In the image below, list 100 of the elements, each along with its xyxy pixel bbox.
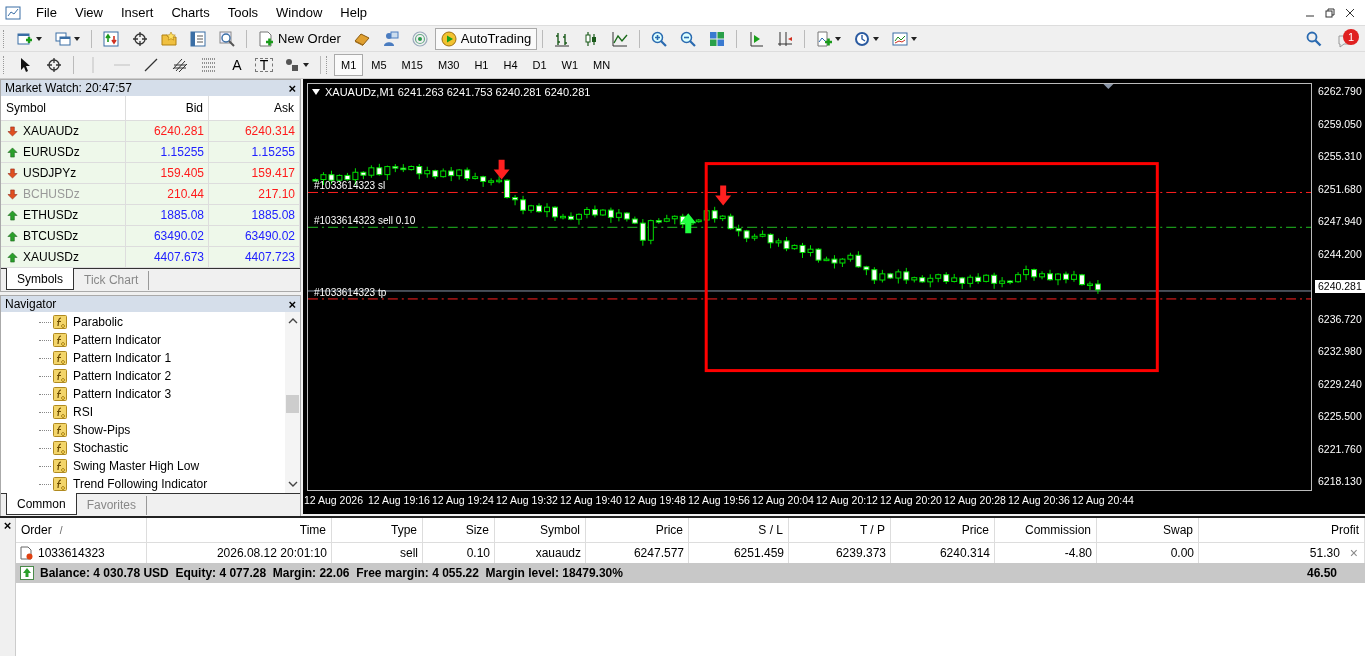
indicator-item[interactable]: Trend Following Indicator [73, 477, 208, 491]
timeframe-button[interactable]: M30 [430, 54, 467, 76]
autoscroll-icon [777, 30, 794, 47]
caret-icon [873, 36, 880, 41]
price-axis-label: 6255.310 [1318, 150, 1363, 163]
panel-title: Navigator [5, 297, 57, 311]
chevron-down-icon [287, 481, 298, 487]
timeframe-button[interactable]: D1 [525, 54, 554, 76]
indicator-item[interactable]: Pattern Indicator 3 [73, 387, 172, 401]
close-button[interactable]: × [288, 80, 296, 96]
time-axis-label: 12 Aug 19:24 [432, 494, 495, 508]
indicator-item[interactable]: Pattern Indicator [73, 333, 162, 347]
column-header[interactable]: Size [423, 518, 495, 542]
panel-tab[interactable]: Symbols [6, 268, 74, 290]
price-axis-label: 6251.680 [1318, 182, 1363, 196]
zoom-out-icon [680, 30, 697, 47]
timeframe-button[interactable]: M1 [334, 54, 364, 76]
search-icon[interactable] [1306, 30, 1322, 47]
panel-tab[interactable]: Common [6, 493, 77, 515]
time-axis-label: 12 Aug 2026 [304, 494, 364, 508]
label-tool-button[interactable]: T [251, 54, 277, 76]
function-file-icon [53, 315, 67, 329]
magnifier-window-icon [219, 30, 235, 47]
close-order-button[interactable]: × [1349, 545, 1358, 561]
bar-chart-icon [554, 30, 571, 47]
indicator-item[interactable]: RSI [73, 405, 93, 419]
table-cell: -4.80 [1064, 546, 1092, 560]
restore-icon[interactable] [1325, 7, 1335, 18]
chart-shift-icon [748, 30, 765, 47]
column-header[interactable]: Time [147, 518, 332, 542]
line-chart-icon [612, 30, 629, 47]
down-arrow-icon [493, 159, 510, 180]
timeframe-button[interactable]: W1 [554, 54, 586, 76]
column-header[interactable]: Swap [1097, 518, 1199, 542]
column-header[interactable]: Symbol [495, 518, 586, 542]
symbol-name: XAUUSDz [23, 250, 79, 264]
new-order-button[interactable]: New Order [252, 27, 347, 50]
timeframe-button[interactable]: H1 [467, 54, 496, 76]
indicator-item[interactable]: Pattern Indicator 1 [73, 351, 172, 365]
caret-icon [911, 36, 918, 41]
menu-item[interactable]: Window [267, 3, 332, 22]
timeframe-button[interactable]: MN [586, 54, 618, 76]
column-header[interactable]: Price [586, 518, 689, 542]
menu-item[interactable]: Charts [162, 3, 219, 22]
column-header[interactable]: Profit [1199, 518, 1365, 542]
price-axis-label: 6259.050 [1318, 117, 1363, 131]
column-header[interactable]: Symbol [1, 96, 126, 120]
shift-marker-icon[interactable] [1103, 84, 1114, 89]
autotrading-button[interactable]: AutoTrading [434, 27, 538, 50]
column-header[interactable]: T / P [789, 518, 891, 542]
menu-item[interactable]: Insert [111, 3, 163, 22]
function-file-icon [53, 423, 67, 437]
symbol-name: ETHUSDz [23, 208, 79, 222]
ask-price: 4407.723 [209, 247, 300, 267]
close-icon[interactable] [1345, 7, 1355, 18]
indicator-item[interactable]: Swing Master High Low [73, 459, 200, 473]
menu-item[interactable]: View [65, 3, 112, 22]
price-axis-label: 6236.720 [1318, 312, 1363, 326]
menu-item[interactable]: File [27, 3, 66, 22]
indicator-item[interactable]: Stochastic [73, 441, 129, 455]
scroll-thumb[interactable] [286, 395, 299, 413]
account-summary: Balance: 4 030.78 USD Equity: 4 077.28 Margin: 22.06 Free margin: 4 055.22 Margin level: 18479.30% [40, 566, 623, 580]
column-header[interactable]: S / L [689, 518, 789, 542]
column-header[interactable]: Type [332, 518, 423, 542]
ask-price: 217.10 [209, 184, 300, 204]
text-tool-button[interactable]: A [224, 54, 250, 76]
menu-item[interactable]: Help [331, 3, 377, 22]
column-header[interactable]: Commission [995, 518, 1097, 542]
caret-icon [835, 36, 842, 41]
time-axis-label: 12 Aug 19:40 [560, 494, 623, 508]
order-line-label: #1033614323 tp [314, 287, 387, 298]
column-header[interactable]: Bid [126, 96, 209, 120]
arrows-window-icon [103, 30, 119, 47]
timeframe-button[interactable]: M15 [394, 54, 430, 76]
fibonacci-levels-icon [201, 57, 217, 73]
crosshair-icon [46, 57, 62, 73]
ask-price: 63490.02 [209, 226, 300, 246]
indicator-item[interactable]: Parabolic [73, 315, 124, 329]
menu-item[interactable]: Tools [218, 3, 268, 22]
ask-price: 159.417 [209, 163, 300, 183]
column-header[interactable]: Order / [16, 518, 147, 542]
caret-icon [36, 36, 42, 41]
timeframe-button[interactable]: M5 [364, 54, 394, 76]
bid-price: 159.405 [126, 163, 209, 183]
timeframe-button[interactable]: H4 [496, 54, 525, 76]
down-arrow-icon [715, 185, 732, 206]
close-button[interactable]: × [288, 296, 296, 312]
table-cell: 6251.459 [733, 546, 784, 560]
column-header[interactable]: Price [891, 518, 995, 542]
bid-price: 6240.281 [126, 121, 209, 141]
dropdown-triangle-icon[interactable] [312, 89, 320, 95]
column-header[interactable]: Ask [209, 96, 300, 120]
time-axis-label: 12 Aug 19:56 [688, 494, 751, 508]
indicator-item[interactable]: Pattern Indicator 2 [73, 369, 172, 383]
trend-line-icon [143, 57, 159, 73]
price-axis-label: 6244.200 [1318, 247, 1363, 261]
time-axis-label: 12 Aug 19:32 [496, 494, 559, 508]
indicator-item[interactable]: Show-Pips [73, 423, 131, 437]
symbol-name: BTCUSDz [23, 229, 79, 243]
scrollbar[interactable] [285, 312, 300, 493]
